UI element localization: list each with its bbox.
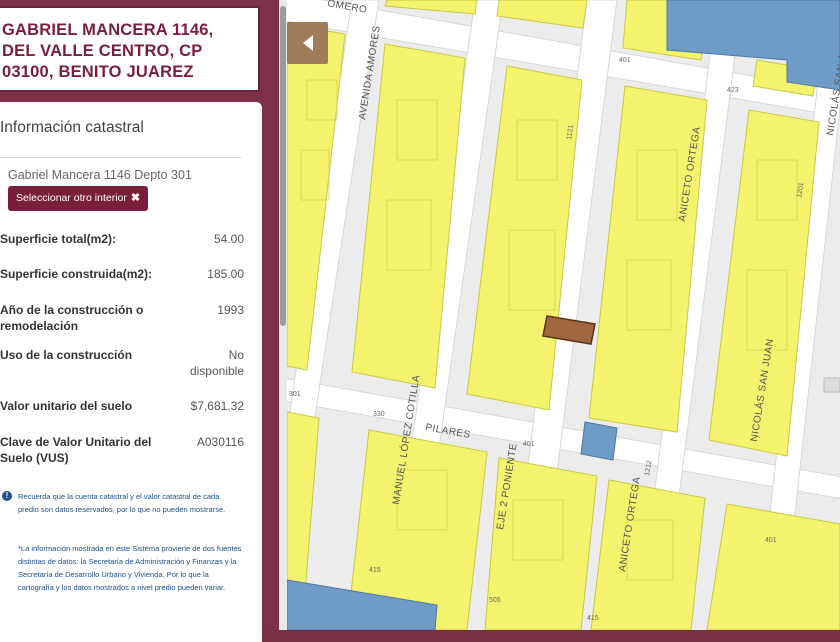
divider <box>0 157 242 158</box>
chevron-left-icon <box>302 35 313 51</box>
select-button-label: Seleccionar otro interior <box>16 192 127 204</box>
cadastral-info-panel: Información catastral Gabriel Mancera 11… <box>0 102 262 642</box>
row-label: Uso de la construcción <box>0 348 133 362</box>
row-label: Superficie construida(m2): <box>0 267 153 281</box>
row-label: Año de la construcción o remodelación <box>0 303 144 333</box>
row-value: A030116 <box>196 435 244 449</box>
address-number: 415 <box>587 615 599 622</box>
row-value: 54.00 <box>213 232 244 246</box>
row-label: Clave de Valor Unitario del Suelo (VUS) <box>0 435 152 465</box>
notice-text-2: *La información mostrada en este Sistema… <box>18 544 242 592</box>
info-icon: ! <box>2 491 12 501</box>
address-header: GABRIEL MANCERA 1146, DEL VALLE CENTRO, … <box>0 6 260 92</box>
panel-title: Información catastral <box>0 119 144 136</box>
address-number: 401 <box>619 57 631 64</box>
notice-text-1: Recuerda que la cuenta catastral y el va… <box>18 492 226 514</box>
interior-name: Gabriel Mancera 1146 Depto 301 <box>8 168 192 182</box>
address-number: 401 <box>523 441 535 448</box>
row-label: Superficie total(m2): <box>0 232 117 246</box>
map-canvas[interactable]: AVENIDA AMORES MANUEL LÓPEZ COTILLA EJE … <box>287 0 840 630</box>
map-view[interactable]: AVENIDA AMORES MANUEL LÓPEZ COTILLA EJE … <box>287 0 840 630</box>
address-number: 415 <box>369 567 381 574</box>
select-other-interior-button[interactable]: Seleccionar otro interior ✖ <box>8 186 149 211</box>
address-number: 505 <box>489 597 501 604</box>
row-value: 1993 <box>217 303 244 317</box>
collapse-sidebar-button[interactable] <box>287 22 328 64</box>
row-label: Valor unitario del suelo <box>0 399 133 413</box>
sidebar-scrollbar[interactable] <box>279 0 287 630</box>
address-number: 301 <box>289 391 301 398</box>
address-number: 330 <box>373 411 385 418</box>
address-title: GABRIEL MANCERA 1146, DEL VALLE CENTRO, … <box>2 21 214 81</box>
row-value: $7,681.32 <box>190 399 244 413</box>
scrollbar-thumb[interactable] <box>280 6 286 326</box>
row-value: No disponible <box>189 348 244 378</box>
close-icon: ✖ <box>130 192 141 204</box>
address-number: 423 <box>727 87 739 94</box>
address-number: 401 <box>765 537 777 544</box>
row-value: 185.00 <box>207 267 244 281</box>
